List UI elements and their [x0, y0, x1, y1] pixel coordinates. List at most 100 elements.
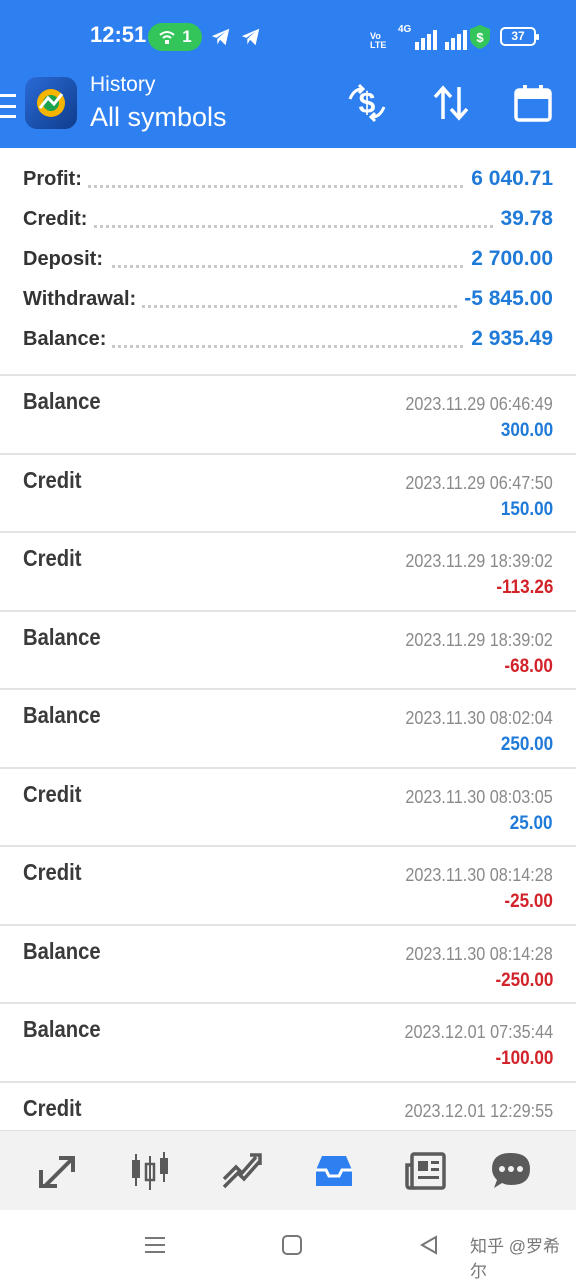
- summary-label: Credit:: [23, 208, 94, 231]
- svg-text:$: $: [476, 30, 484, 45]
- deal-type: Balance: [23, 623, 101, 650]
- deal-time: 2023.11.29 06:46:49: [405, 394, 553, 414]
- home-icon: [282, 1235, 302, 1255]
- signal-strength-icon: [415, 30, 438, 50]
- summary-row: Profit: 6 040.71: [0, 160, 576, 200]
- deal-row[interactable]: Balance 2023.11.29 18:39:02 -68.00: [0, 612, 576, 690]
- deal-type: Credit: [23, 1094, 82, 1121]
- dotted-leader: [23, 225, 553, 228]
- deal-amount: 300.00: [500, 420, 553, 441]
- hamburger-menu-icon[interactable]: [0, 94, 16, 118]
- back-button[interactable]: [416, 1232, 442, 1258]
- deal-amount: -68.00: [504, 655, 553, 677]
- battery-icon: 37: [500, 27, 539, 46]
- deal-amount: 250.00: [500, 734, 553, 755]
- deal-type: Credit: [23, 466, 82, 493]
- deal-row[interactable]: Balance 2023.11.30 08:14:28 -250.00: [0, 926, 576, 1004]
- nav-chart[interactable]: [127, 1149, 173, 1193]
- nav-news[interactable]: [403, 1149, 449, 1193]
- status-bar: 12:51 1 Vo LTE 4G $ 37: [0, 0, 576, 72]
- deal-row[interactable]: Credit 2023.11.30 08:14:28 -25.00: [0, 847, 576, 926]
- summary-label: Deposit:: [23, 248, 109, 271]
- deal-amount: -113.26: [495, 577, 553, 598]
- chat-icon: [492, 1153, 530, 1188]
- deal-row[interactable]: Credit 2023.11.29 18:39:02 -113.26: [0, 533, 576, 612]
- deal-row[interactable]: Credit 2023.11.29 06:47:50 150.00: [0, 455, 576, 533]
- summary-value: 39.78: [494, 207, 553, 231]
- deal-amount: -100.00: [494, 1048, 553, 1069]
- bottom-navigation: [0, 1130, 576, 1210]
- summary-row: Balance: 2 935.49: [0, 320, 576, 360]
- signal-indicators: Vo LTE 4G: [370, 24, 468, 50]
- nav-history[interactable]: [311, 1149, 357, 1193]
- history-icon: [316, 1156, 352, 1186]
- telegram-icon: [241, 28, 260, 46]
- deal-row[interactable]: Balance 2023.12.01 07:35:44 -100.00: [0, 1004, 576, 1083]
- network-type: 4G: [398, 24, 412, 35]
- deal-time: 2023.11.30 08:14:28: [405, 943, 553, 964]
- deal-row[interactable]: Balance 2023.11.30 08:02:04 250.00: [0, 690, 576, 769]
- calendar-icon: [514, 85, 552, 122]
- summary-row: Withdrawal: -5 845.00: [0, 280, 576, 320]
- news-icon: [405, 1152, 446, 1190]
- summary-value: 2 935.49: [465, 327, 553, 351]
- deal-time: 2023.11.29 18:39:02: [405, 629, 553, 650]
- summary-label: Withdrawal:: [23, 288, 143, 311]
- metatrader-logo: [25, 77, 77, 129]
- sort-icon: [433, 85, 469, 121]
- watermark: 知乎 @罗希尔: [470, 1237, 560, 1280]
- nav-trade[interactable]: [219, 1149, 265, 1193]
- deal-time: 2023.11.30 08:03:05: [405, 786, 553, 807]
- deal-row[interactable]: Credit 2023.11.30 08:03:05 25.00: [0, 769, 576, 847]
- calendar-button[interactable]: [512, 82, 554, 124]
- deal-time: 2023.11.29 18:39:02: [405, 551, 553, 571]
- deal-type: Balance: [23, 937, 101, 964]
- summary-label: Balance:: [23, 328, 113, 351]
- deal-type: Balance: [23, 388, 101, 414]
- signal-strength-icon: [445, 30, 468, 50]
- symbol-filter-title[interactable]: All symbols: [90, 102, 227, 133]
- deal-time: 2023.11.29 06:47:50: [405, 472, 553, 493]
- nav-quotes[interactable]: [35, 1149, 81, 1193]
- quotes-icon: [39, 1156, 75, 1188]
- deal-time: 2023.11.30 08:14:28: [405, 865, 553, 885]
- summary-value: 2 700.00: [465, 247, 553, 271]
- shield-dollar-icon: $: [470, 25, 490, 49]
- money-exchange-button[interactable]: $: [346, 82, 388, 124]
- logo-icon: [37, 89, 65, 117]
- deal-type: Balance: [23, 702, 101, 728]
- summary-value: 6 040.71: [465, 167, 553, 191]
- hotspot-count: 1: [182, 27, 192, 46]
- app-bar: History All symbols $: [0, 72, 576, 148]
- money-exchange-icon: $: [348, 83, 386, 123]
- deal-type: Credit: [23, 545, 82, 571]
- home-button[interactable]: [279, 1232, 305, 1258]
- wifi-hotspot-icon: [159, 31, 175, 44]
- deal-type: Credit: [23, 859, 82, 885]
- history-summary: Profit: 6 040.71 Credit: 39.78 Deposit: 2 700…: [0, 160, 576, 360]
- summary-row: Credit: 39.78: [0, 200, 576, 240]
- telegram-icon: [211, 28, 230, 46]
- deal-amount: 25.00: [510, 812, 553, 834]
- deal-amount: -250.00: [494, 969, 553, 991]
- menu-icon: [145, 1237, 165, 1253]
- deal-type: Balance: [23, 1016, 101, 1042]
- battery-level: 37: [511, 29, 525, 43]
- sort-button[interactable]: [430, 82, 472, 124]
- summary-label: Profit:: [23, 168, 88, 191]
- hotspot-indicator: 1: [148, 23, 202, 51]
- nav-chat[interactable]: [488, 1149, 534, 1193]
- summary-row: Deposit: 2 700.00: [0, 240, 576, 280]
- deal-time: 2023.11.30 08:02:04: [405, 708, 553, 728]
- back-icon: [419, 1235, 437, 1255]
- deal-time: 2023.12.01 07:35:44: [404, 1022, 553, 1042]
- deal-row[interactable]: Balance 2023.11.29 06:46:49 300.00: [0, 376, 576, 455]
- screen-subtitle: History: [90, 73, 156, 96]
- system-navigation-bar: 知乎 @罗希尔: [0, 1210, 576, 1280]
- screen: 12:51 1 Vo LTE 4G $ 37 History All symbo…: [0, 0, 576, 1280]
- volte-label: Vo LTE: [370, 31, 387, 50]
- deal-amount: -25.00: [504, 891, 553, 912]
- recent-apps-button[interactable]: [142, 1232, 168, 1258]
- trade-icon: [222, 1153, 262, 1189]
- status-time: 12:51: [90, 22, 147, 47]
